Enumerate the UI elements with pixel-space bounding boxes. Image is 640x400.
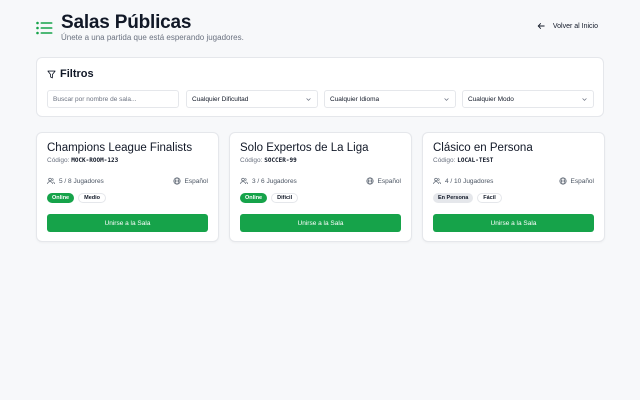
filters-heading: Filtros: [47, 68, 94, 80]
join-room-button[interactable]: Unirse a la Sala: [240, 214, 401, 232]
difficulty-badge: Medio: [78, 193, 107, 203]
room-name: Solo Expertos de La Liga: [240, 142, 369, 154]
room-code-label: Código:: [240, 157, 263, 164]
room-players-count: 5 / 8 Jugadores: [59, 177, 104, 185]
globe-icon: [365, 177, 374, 185]
room-code-value: SOCCER-99: [264, 157, 297, 164]
arrow-left-icon: [537, 23, 545, 29]
join-room-button[interactable]: Unirse a la Sala: [433, 214, 594, 232]
page-subtitle: Únete a una partida que está esperando j…: [61, 33, 244, 42]
mode-badge: Online: [47, 193, 75, 203]
chevron-down-icon: [582, 97, 587, 101]
mode-select-value: Cualquier Modo: [468, 95, 514, 103]
difficulty-select[interactable]: Cualquier Dificultad: [186, 90, 318, 108]
room-name: Champions League Finalists: [47, 142, 193, 154]
room-players: 4 / 10 Jugadores: [433, 177, 493, 185]
room-language: Español: [172, 177, 209, 185]
filters-title: Filtros: [60, 68, 94, 80]
page-header: Salas Públicas Únete a una partida que e…: [36, 12, 604, 46]
globe-icon: [172, 177, 181, 185]
room-code: Código: LOCAL-TEST: [433, 157, 493, 164]
room-badges: Online Difícil: [240, 193, 299, 203]
room-language-label: Español: [377, 177, 402, 185]
search-input[interactable]: [47, 90, 179, 108]
chevron-down-icon: [306, 97, 311, 101]
room-players-count: 3 / 6 Jugadores: [252, 177, 297, 185]
room-card: Solo Expertos de La Liga Código: SOCCER-…: [229, 132, 412, 242]
room-language: Español: [365, 177, 402, 185]
users-icon: [240, 177, 248, 185]
mode-badge: En Persona: [433, 193, 474, 203]
room-code: Código: MOCK-ROOM-123: [47, 157, 118, 164]
language-select[interactable]: Cualquier Idioma: [324, 90, 456, 108]
room-players: 3 / 6 Jugadores: [240, 177, 297, 185]
back-to-home-button[interactable]: Volver al Inicio: [537, 22, 598, 30]
room-code: Código: SOCCER-99: [240, 157, 297, 164]
filters-panel: Filtros Cualquier Dificultad Cualquier I…: [36, 57, 604, 117]
room-code-value: MOCK-ROOM-123: [71, 157, 119, 164]
room-language: Español: [558, 177, 595, 185]
room-players-count: 4 / 10 Jugadores: [445, 177, 494, 185]
room-name: Clásico en Persona: [433, 142, 533, 154]
list-icon: [36, 21, 53, 35]
language-select-value: Cualquier Idioma: [330, 95, 380, 103]
filter-icon: [47, 70, 56, 78]
page-title: Salas Públicas: [61, 12, 192, 33]
users-icon: [47, 177, 55, 185]
chevron-down-icon: [444, 97, 449, 101]
difficulty-badge: Fácil: [477, 193, 502, 203]
globe-icon: [558, 177, 567, 185]
room-code-label: Código:: [433, 157, 456, 164]
difficulty-select-value: Cualquier Dificultad: [192, 95, 249, 103]
room-language-label: Español: [570, 177, 595, 185]
room-code-value: LOCAL-TEST: [457, 157, 494, 164]
room-badges: Online Medio: [47, 193, 107, 203]
join-room-button[interactable]: Unirse a la Sala: [47, 214, 208, 232]
room-card: Clásico en Persona Código: LOCAL-TEST 4 …: [422, 132, 605, 242]
room-card: Champions League Finalists Código: MOCK-…: [36, 132, 219, 242]
room-badges: En Persona Fácil: [433, 193, 502, 203]
room-code-label: Código:: [47, 157, 70, 164]
users-icon: [433, 177, 441, 185]
mode-badge: Online: [240, 193, 268, 203]
back-button-label: Volver al Inicio: [552, 22, 598, 30]
mode-select[interactable]: Cualquier Modo: [462, 90, 594, 108]
room-players: 5 / 8 Jugadores: [47, 177, 104, 185]
room-language-label: Español: [184, 177, 209, 185]
difficulty-badge: Difícil: [271, 193, 299, 203]
